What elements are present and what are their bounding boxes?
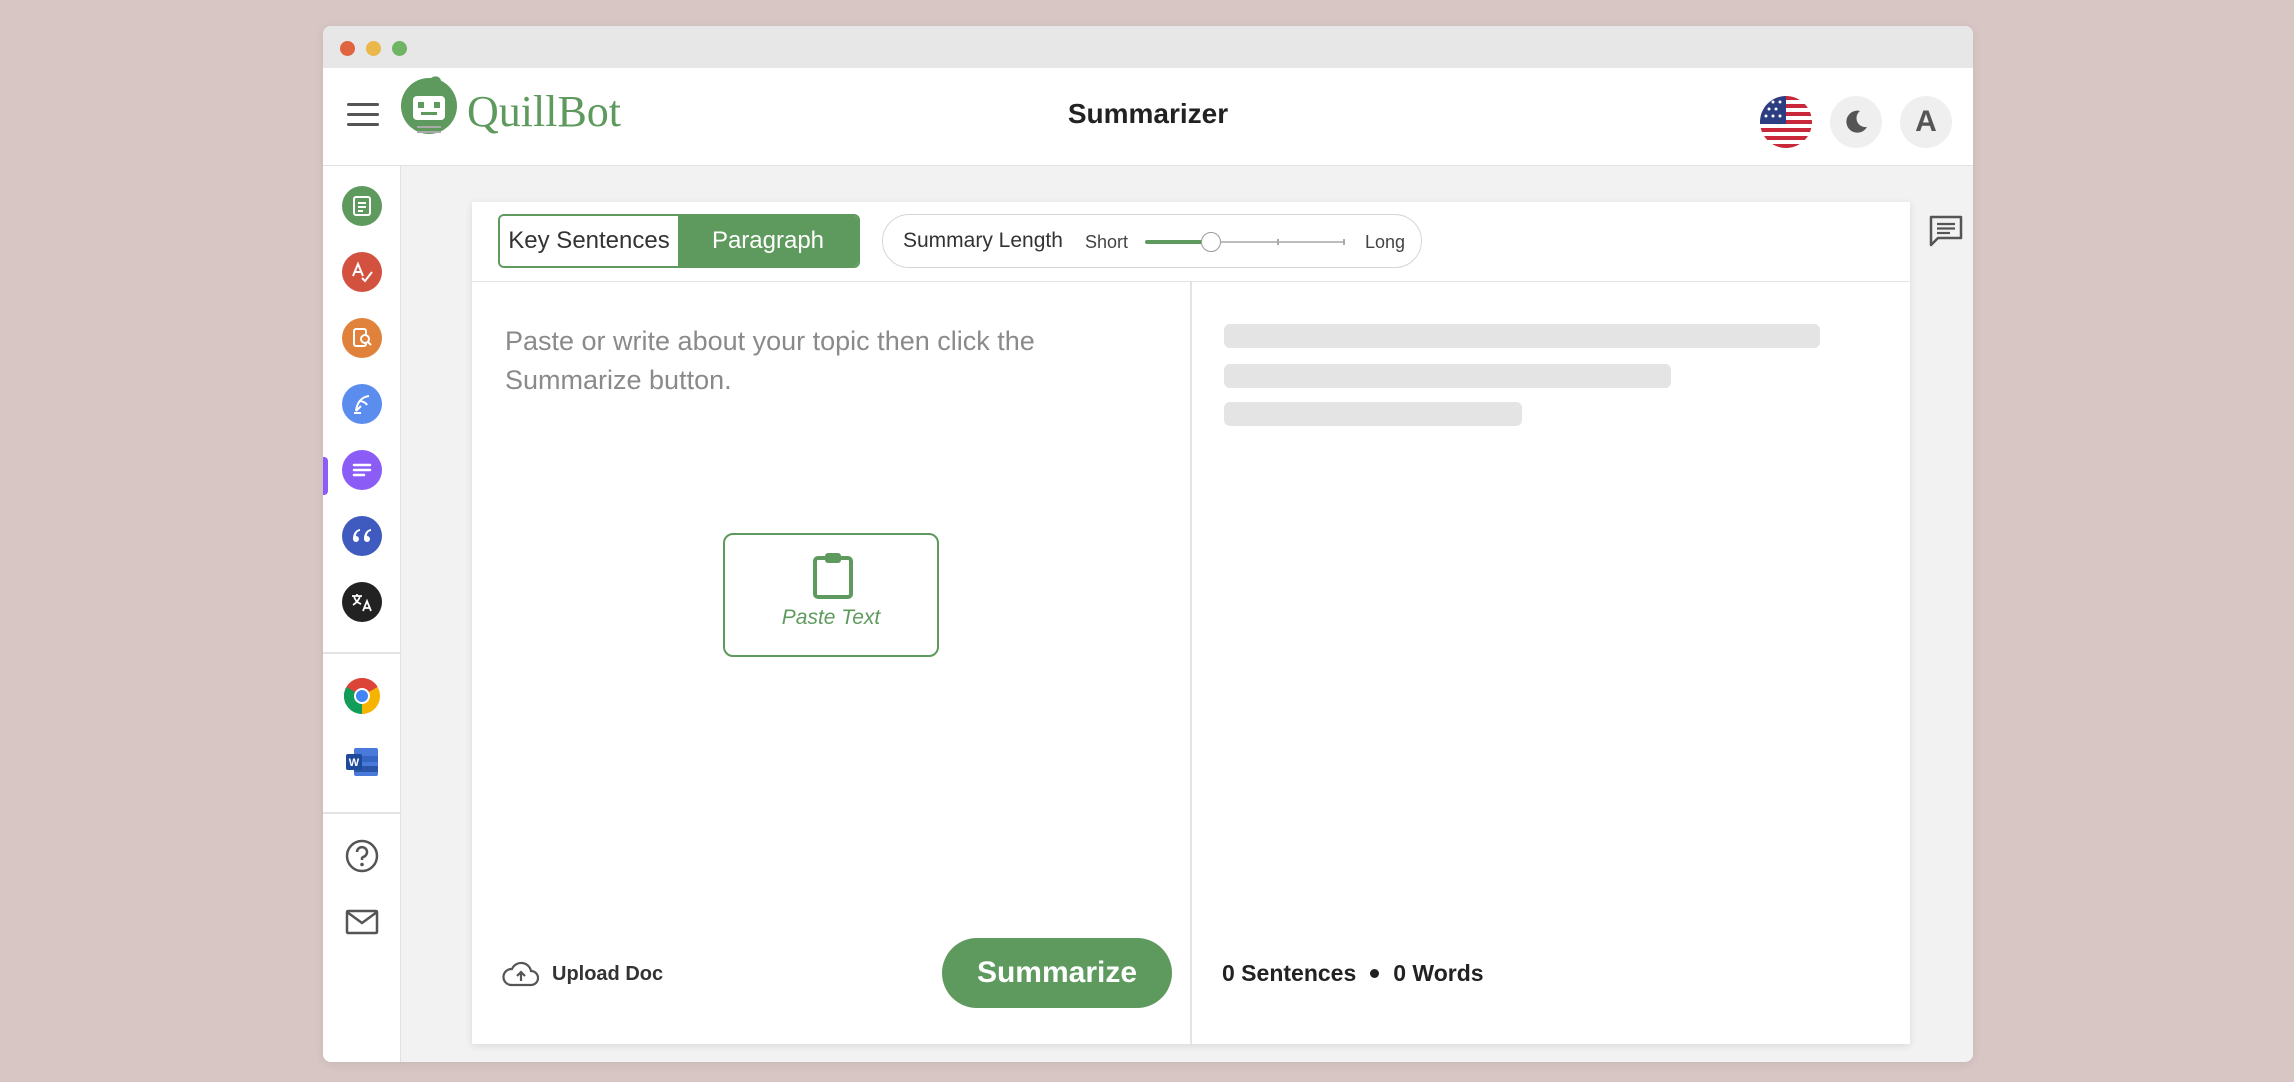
mail-icon[interactable] <box>342 902 382 942</box>
window-titlebar <box>323 26 1973 68</box>
input-text-area[interactable]: Paste or write about your topic then cli… <box>472 282 1190 962</box>
quill-icon[interactable] <box>342 384 382 424</box>
word-count: 0 Words <box>1393 960 1484 986</box>
feedback-icon[interactable] <box>1928 214 1964 253</box>
translate-icon[interactable] <box>342 582 382 622</box>
help-icon[interactable] <box>342 836 382 876</box>
sidebar-divider <box>323 812 401 814</box>
mode-key-sentences[interactable]: Key Sentences <box>500 216 678 266</box>
mode-paragraph[interactable]: Paragraph <box>678 216 858 266</box>
tools-sidebar: W <box>323 166 401 1062</box>
svg-text:W: W <box>349 757 360 769</box>
upload-doc-label: Upload Doc <box>552 962 664 985</box>
paste-text-button[interactable]: Paste Text <box>723 533 939 657</box>
output-stats: 0 Sentences 0 Words <box>1222 960 1484 987</box>
grammar-check-icon[interactable] <box>342 252 382 292</box>
upload-doc-button[interactable]: Upload Doc <box>502 954 663 994</box>
word-icon[interactable]: W <box>342 742 382 782</box>
sidebar-divider <box>323 652 401 654</box>
input-placeholder: Paste or write about your topic then cli… <box>505 326 1035 395</box>
length-short-label: Short <box>1085 232 1129 252</box>
summarizer-icon[interactable] <box>342 450 382 490</box>
page-title: Summarizer <box>1067 98 1229 129</box>
slider-tick <box>1343 239 1345 245</box>
minimize-window-icon[interactable] <box>366 41 381 56</box>
bullet-separator <box>1370 969 1380 978</box>
maximize-window-icon[interactable] <box>392 41 407 56</box>
pane-divider <box>1190 282 1192 1044</box>
moon-icon <box>1846 110 1867 133</box>
paste-text-label: Paste Text <box>781 606 881 629</box>
summary-length-control: Summary Length Short Long <box>882 214 1422 268</box>
plagiarism-icon[interactable] <box>342 318 382 358</box>
chrome-icon[interactable] <box>342 676 382 716</box>
length-slider-thumb[interactable] <box>1201 232 1221 252</box>
mode-selector: Key Sentences Paragraph <box>498 214 860 268</box>
top-navbar: QuillBot Summarizer A <box>323 68 1973 166</box>
output-skeleton-line <box>1224 402 1522 426</box>
dark-mode-toggle[interactable] <box>1830 96 1882 148</box>
clipboard-icon <box>813 553 853 599</box>
length-long-label: Long <box>1365 232 1406 252</box>
active-tool-indicator <box>323 457 328 495</box>
slider-tick <box>1277 239 1279 245</box>
output-skeleton-line <box>1224 364 1671 388</box>
browser-window: QuillBot Summarizer A W Key Sentences Pa… <box>323 26 1973 1062</box>
card-toolbar: Key Sentences Paragraph Summary Length S… <box>472 202 1910 282</box>
account-avatar[interactable]: A <box>1900 96 1952 148</box>
summarize-button[interactable]: Summarize <box>942 938 1172 1008</box>
quote-icon[interactable] <box>342 516 382 556</box>
cloud-upload-icon <box>502 961 540 987</box>
summarizer-card: Key Sentences Paragraph Summary Length S… <box>472 202 1910 1044</box>
sentence-count: 0 Sentences <box>1222 960 1357 986</box>
output-skeleton-line <box>1224 324 1820 348</box>
paraphraser-icon[interactable] <box>342 186 382 226</box>
us-flag-icon[interactable] <box>1760 96 1812 148</box>
summary-length-label: Summary Length <box>903 229 1063 252</box>
close-window-icon[interactable] <box>340 41 355 56</box>
